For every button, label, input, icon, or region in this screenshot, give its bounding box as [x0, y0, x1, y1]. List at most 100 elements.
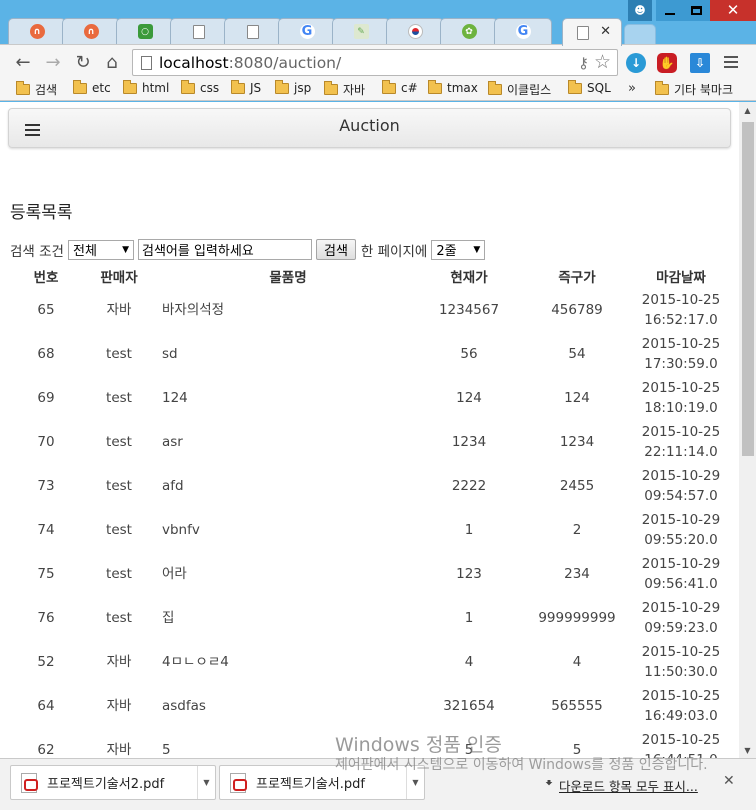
- per-page-select[interactable]: 2줄 ▼: [431, 239, 486, 260]
- bookmark-folder[interactable]: tmax: [428, 79, 478, 95]
- browser-tab[interactable]: G: [494, 18, 552, 44]
- table-row[interactable]: 65 자바 바자의석정 1234567 456789 2015-10-25 16:52:17…: [8, 288, 732, 332]
- deadline-date: 2015-10-25: [641, 380, 721, 396]
- show-all-downloads-link[interactable]: 🠻 다운로드 항목 모두 표시...: [545, 774, 698, 796]
- windows-activation-watermark-title: Windows 정품 인증: [335, 734, 502, 756]
- cell-seller: 자바: [106, 698, 132, 714]
- adblock-stop-icon[interactable]: ✋: [657, 53, 677, 73]
- download-options-chevron-icon[interactable]: ▼: [197, 766, 215, 799]
- page-title: Auction: [339, 116, 400, 135]
- cell-item-name[interactable]: 바자의석정: [154, 288, 414, 332]
- address-bar[interactable]: localhost:8080/auction/ ⚷ ☆: [132, 49, 618, 76]
- tab-close-icon[interactable]: ✕: [600, 24, 611, 39]
- bookmark-star-icon[interactable]: ☆: [594, 51, 611, 73]
- table-row[interactable]: 76 test 집 1 999999999 2015-10-29 09:59:23.0: [8, 596, 732, 640]
- bookmark-folder[interactable]: JS: [231, 79, 261, 95]
- cell-buy-now-price: 565555: [551, 698, 603, 714]
- bookmark-folder[interactable]: 검색: [16, 81, 57, 98]
- download-filename: 프로젝트기술서2.pdf: [47, 777, 165, 792]
- browser-tab[interactable]: ○: [116, 18, 174, 44]
- bookmark-folder[interactable]: 자바: [324, 81, 365, 98]
- cell-item-name[interactable]: 어라: [154, 552, 414, 596]
- bookmark-folder[interactable]: 이클립스: [488, 81, 551, 98]
- back-button[interactable]: ←: [12, 52, 34, 73]
- download-item[interactable]: 프로젝트기술서2.pdf ▼: [10, 765, 216, 800]
- deadline-time: 09:55:20.0: [644, 532, 718, 548]
- auction-list-table: 번호 판매자 물품명 현재가 즉구가 마감날짜 65 자바 바자의석정 1234567…: [8, 264, 732, 758]
- bookmarks-overflow-button[interactable]: »: [628, 81, 636, 96]
- bookmark-folder[interactable]: c#: [382, 79, 418, 95]
- home-button[interactable]: ⌂: [101, 52, 123, 73]
- cell-deadline: 2015-10-25 18:10:19.0: [630, 376, 732, 420]
- bookmark-folder[interactable]: SQL: [568, 79, 611, 95]
- cell-seller: test: [106, 610, 132, 626]
- key-icon[interactable]: ⚷: [578, 54, 589, 72]
- vertical-scrollbar[interactable]: ▲ ▼: [739, 102, 756, 758]
- bookmark-label: html: [142, 81, 170, 95]
- download-manager-icon[interactable]: ⇩: [690, 53, 710, 73]
- table-row[interactable]: 74 test vbnfv 1 2 2015-10-29 09:55:20.0: [8, 508, 732, 552]
- download-extension-icon[interactable]: ↓: [626, 53, 646, 73]
- other-bookmarks-folder[interactable]: 기타 북마크: [655, 81, 733, 98]
- table-row[interactable]: 70 test asr 1234 1234 2015-10-25 22:11:14.0: [8, 420, 732, 464]
- new-tab-button[interactable]: [624, 24, 656, 44]
- browser-tab-active[interactable]: ✕: [562, 18, 622, 46]
- browser-tab[interactable]: [386, 18, 444, 44]
- search-button[interactable]: 검색: [315, 239, 356, 260]
- reload-button[interactable]: ↻: [72, 52, 94, 73]
- korea-flag-icon: [407, 24, 423, 39]
- column-header-seller[interactable]: 판매자: [84, 264, 154, 288]
- bookmark-folder[interactable]: jsp: [275, 79, 311, 95]
- browser-tab[interactable]: G: [278, 18, 336, 44]
- browser-tab[interactable]: [170, 18, 228, 44]
- cell-current-price: 2222: [451, 478, 487, 494]
- browser-tab[interactable]: ∩: [8, 18, 66, 44]
- bookmark-folder[interactable]: etc: [73, 79, 111, 95]
- browser-menu-icon[interactable]: [724, 56, 738, 71]
- search-input[interactable]: 검색어를 입력하세요: [137, 239, 312, 260]
- column-header-number[interactable]: 번호: [8, 264, 84, 288]
- close-download-shelf-icon[interactable]: ✕: [723, 773, 735, 789]
- cell-deadline: 2015-10-25 22:11:14.0: [630, 420, 732, 464]
- browser-tab[interactable]: ∩: [62, 18, 120, 44]
- cell-buy-now-price: 999999999: [538, 610, 616, 626]
- cell-current-price: 123: [456, 566, 482, 582]
- bookmarks-bar: 검색 etc html css JS jsp 자바 c# tmax 이클립스 S…: [0, 78, 756, 101]
- cell-item-name[interactable]: 4ㅁㄴㅇㄹ4: [154, 640, 414, 684]
- cell-current-price: 1: [464, 610, 474, 626]
- cell-item-name[interactable]: 124: [154, 376, 414, 420]
- table-row[interactable]: 68 test sd 56 54 2015-10-25 17:30:59.0: [8, 332, 732, 376]
- cell-current-price: 1234: [451, 434, 487, 450]
- cell-seller: test: [106, 346, 132, 362]
- folder-icon: [428, 79, 442, 94]
- cell-seller: test: [106, 522, 132, 538]
- table-row[interactable]: 73 test afd 2222 2455 2015-10-29 09:54:57.0: [8, 464, 732, 508]
- browser-tab[interactable]: [224, 18, 282, 44]
- scroll-down-arrow-icon[interactable]: ▼: [739, 742, 756, 758]
- cell-number: 73: [37, 478, 55, 494]
- table-row[interactable]: 75 test 어라 123 234 2015-10-29 09:56:41.0: [8, 552, 732, 596]
- cell-item-name[interactable]: asr: [154, 420, 414, 464]
- table-row[interactable]: 69 test 124 124 124 2015-10-25 18:10:19.0: [8, 376, 732, 420]
- table-row[interactable]: 52 자바 4ㅁㄴㅇㄹ4 4 4 2015-10-25 11:50:30.0: [8, 640, 732, 684]
- column-header-item-name[interactable]: 물품명: [154, 264, 414, 288]
- scrollbar-thumb[interactable]: [742, 122, 754, 456]
- cell-item-name[interactable]: sd: [154, 332, 414, 376]
- cell-number: 69: [37, 390, 55, 406]
- bookmark-folder[interactable]: css: [181, 79, 219, 95]
- browser-tab[interactable]: ✿: [440, 18, 498, 44]
- bookmark-folder[interactable]: html: [123, 79, 170, 95]
- column-header-deadline[interactable]: 마감날짜: [630, 264, 732, 288]
- per-page-label: 한 페이지에: [360, 243, 428, 260]
- search-condition-select[interactable]: 전체 ▼: [67, 239, 134, 260]
- browser-tab[interactable]: ✎: [332, 18, 390, 44]
- column-header-current-price[interactable]: 현재가: [414, 264, 524, 288]
- cell-item-name[interactable]: 집: [154, 596, 414, 640]
- table-row[interactable]: 64 자바 asdfas 321654 565555 2015-10-25 16:49:03…: [8, 684, 732, 728]
- cell-item-name[interactable]: afd: [154, 464, 414, 508]
- cell-item-name[interactable]: vbnfv: [154, 508, 414, 552]
- column-header-buy-now-price[interactable]: 즉구가: [524, 264, 630, 288]
- cell-item-name[interactable]: asdfas: [154, 684, 414, 728]
- forward-button[interactable]: →: [42, 52, 64, 73]
- scroll-up-arrow-icon[interactable]: ▲: [739, 102, 756, 118]
